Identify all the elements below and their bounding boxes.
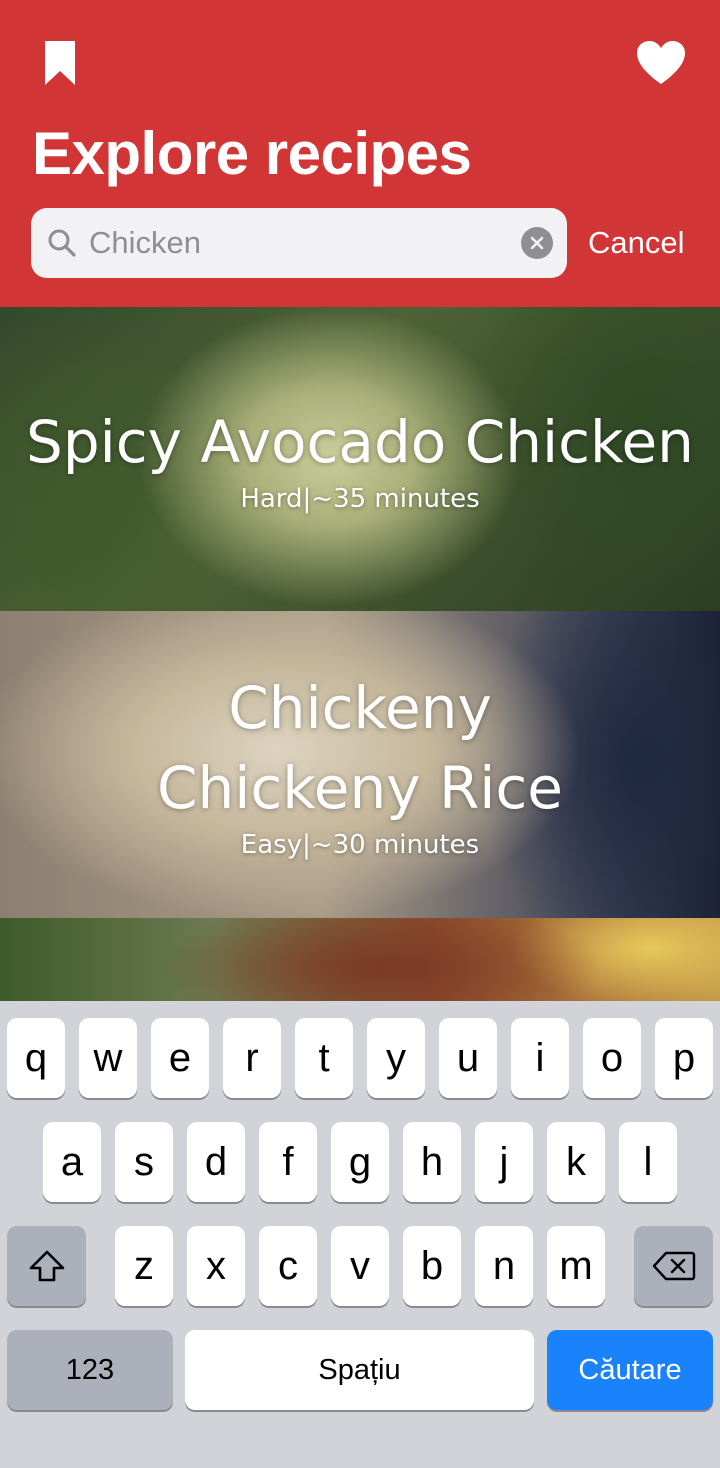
key-c[interactable]: c	[259, 1226, 317, 1306]
cancel-button[interactable]: Cancel	[588, 218, 685, 268]
key-z[interactable]: z	[115, 1226, 173, 1306]
key-u[interactable]: u	[439, 1018, 497, 1098]
bookmarks-button[interactable]	[36, 36, 84, 90]
search-bar[interactable]	[31, 208, 567, 278]
recipe-card[interactable]: Chickeny Chickeny Rice Easy|~30 minutes	[0, 611, 720, 918]
recipe-list: Spicy Avocado Chicken Hard|~35 minutes C…	[0, 307, 720, 1001]
search-icon	[48, 229, 76, 257]
key-n[interactable]: n	[475, 1226, 533, 1306]
backspace-icon	[652, 1251, 695, 1281]
clear-search-button[interactable]	[521, 227, 553, 259]
shift-icon	[29, 1250, 64, 1282]
key-o[interactable]: o	[583, 1018, 641, 1098]
key-p[interactable]: p	[655, 1018, 713, 1098]
numbers-key[interactable]: 123	[7, 1330, 173, 1410]
bookmark-icon	[45, 41, 75, 85]
key-i[interactable]: i	[511, 1018, 569, 1098]
key-j[interactable]: j	[475, 1122, 533, 1202]
key-d[interactable]: d	[187, 1122, 245, 1202]
key-s[interactable]: s	[115, 1122, 173, 1202]
key-a[interactable]: a	[43, 1122, 101, 1202]
key-r[interactable]: r	[223, 1018, 281, 1098]
recipe-meta: Hard|~35 minutes	[240, 484, 480, 514]
heart-icon	[637, 41, 685, 84]
recipe-meta: Easy|~30 minutes	[240, 829, 480, 860]
key-l[interactable]: l	[619, 1122, 677, 1202]
key-b[interactable]: b	[403, 1226, 461, 1306]
key-g[interactable]: g	[331, 1122, 389, 1202]
close-icon	[530, 236, 544, 250]
keyboard: q w e r t y u i o p a s d f g h j k l z …	[0, 1001, 720, 1468]
recipe-card[interactable]: Spicy Avocado Chicken Hard|~35 minutes	[0, 307, 720, 611]
key-f[interactable]: f	[259, 1122, 317, 1202]
key-t[interactable]: t	[295, 1018, 353, 1098]
key-w[interactable]: w	[79, 1018, 137, 1098]
backspace-key[interactable]	[634, 1226, 713, 1306]
key-k[interactable]: k	[547, 1122, 605, 1202]
key-h[interactable]: h	[403, 1122, 461, 1202]
key-e[interactable]: e	[151, 1018, 209, 1098]
page-title: Explore recipes	[32, 120, 472, 187]
space-key[interactable]: Spațiu	[185, 1330, 534, 1410]
search-input[interactable]	[89, 218, 489, 268]
key-m[interactable]: m	[547, 1226, 605, 1306]
key-y[interactable]: y	[367, 1018, 425, 1098]
key-v[interactable]: v	[331, 1226, 389, 1306]
key-x[interactable]: x	[187, 1226, 245, 1306]
recipe-title: Chickeny Chickeny Rice	[157, 673, 563, 822]
favorites-button[interactable]	[632, 36, 690, 90]
recipe-card[interactable]	[0, 918, 720, 1001]
header: Explore recipes Cancel	[0, 0, 720, 307]
recipe-title: Spicy Avocado Chicken	[26, 408, 694, 476]
search-key[interactable]: Căutare	[547, 1330, 713, 1410]
key-q[interactable]: q	[7, 1018, 65, 1098]
shift-key[interactable]	[7, 1226, 86, 1306]
